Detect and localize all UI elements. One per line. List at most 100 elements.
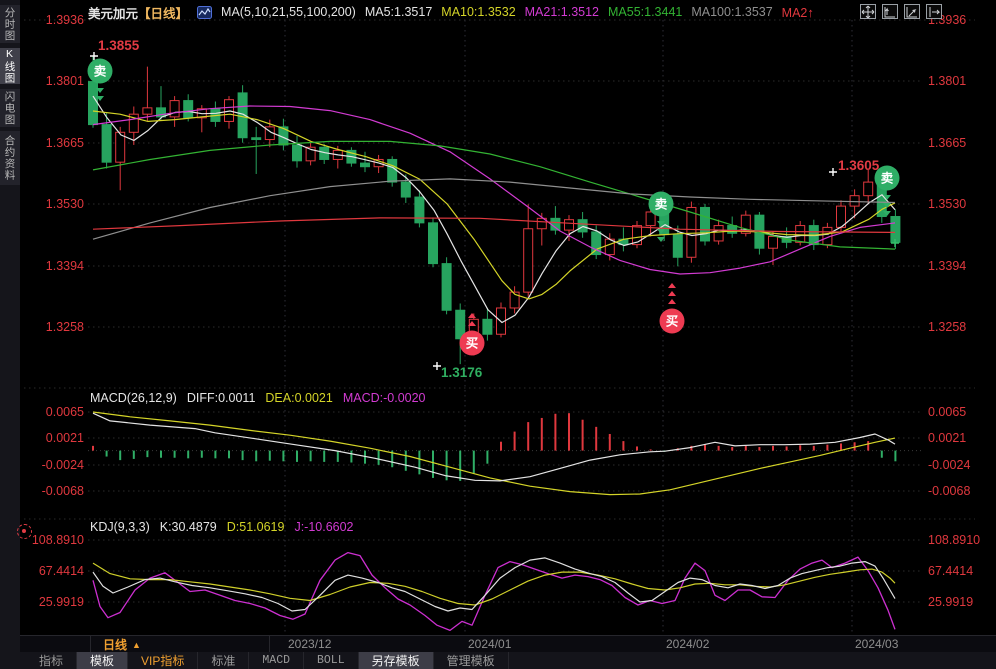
y-axis-label: 1.3394 — [928, 259, 966, 273]
period-selector[interactable]: 日线 ▲ — [90, 636, 270, 653]
y-axis-label: 108.8910 — [32, 533, 84, 547]
badge-label: 卖 — [94, 64, 107, 79]
ma-line-ma200 — [93, 218, 895, 233]
y-axis-label: 0.0065 — [928, 405, 966, 419]
triangle-icon — [668, 291, 676, 296]
toolbar-button-管理模板[interactable]: 管理模板 — [434, 652, 509, 669]
candle-body — [701, 207, 710, 241]
ma-legend-item: MA5:1.3517 — [365, 5, 432, 20]
crosshair-icon[interactable] — [860, 4, 876, 19]
y-axis-label: -0.0068 — [42, 484, 84, 498]
candle-body — [687, 207, 696, 257]
dea-line — [93, 412, 895, 495]
macd-histogram — [93, 413, 895, 481]
candle-body — [415, 197, 424, 223]
chart-tool-icons — [860, 4, 942, 19]
ma-line-ma10 — [93, 111, 895, 299]
sidebar-tab-1[interactable]: 分时图 — [0, 5, 20, 43]
line-chart-icon[interactable] — [197, 6, 212, 19]
kdj-k-value: K:30.4879 — [160, 520, 217, 534]
y-axis-label: 0.0021 — [46, 431, 84, 445]
kdj-j-value: J:-10.6602 — [294, 520, 353, 534]
bottom-toolbar: 指标模板VIP指标标准MACDBOLL另存模板管理模板 — [0, 652, 996, 669]
ma-legend-item: MA(5,10,21,55,100,200) — [221, 5, 356, 20]
pivot-markers — [90, 52, 899, 370]
candle-body — [551, 218, 560, 230]
toolbar-button-另存模板[interactable]: 另存模板 — [359, 652, 434, 669]
up-arrow-icon: ↑ — [807, 5, 814, 20]
y-axis-label: 25.9919 — [39, 595, 84, 609]
candle-body — [483, 319, 492, 334]
macd-header: MACD(26,12,9) DIFF:0.0011 DEA:0.0021 MAC… — [90, 391, 426, 405]
y-axis-label: 1.3665 — [928, 136, 966, 150]
d-line — [93, 563, 895, 605]
chart-canvas[interactable]: 1.39361.39361.38011.38011.36651.36651.35… — [0, 0, 996, 669]
ma-line-ma21 — [93, 106, 895, 274]
symbol-title: 美元加元【日线】 — [88, 3, 188, 22]
y-axis-label: -0.0024 — [928, 458, 970, 472]
y-axis-label: 1.3394 — [46, 259, 84, 273]
ma-legend-item: MA21:1.3512 — [525, 5, 599, 20]
candle-body — [102, 125, 111, 163]
y-axis-label: 1.3530 — [928, 197, 966, 211]
y-axis-label: 1.3936 — [46, 13, 84, 27]
toolbar-button-模板[interactable]: 模板 — [77, 652, 128, 669]
macd-title: MACD(26,12,9) — [90, 391, 177, 405]
symbol-name: 美元加元 — [88, 7, 138, 21]
scale-left-icon[interactable] — [882, 4, 898, 19]
ma-legend-item: MA55:1.3441 — [608, 5, 682, 20]
macd-dea-value: DEA:0.0021 — [265, 391, 332, 405]
main-chart-legend: 美元加元【日线】 MA(5,10,21,55,100,200) MA5:1.351… — [88, 3, 814, 21]
shift-right-icon[interactable] — [926, 4, 942, 19]
diff-line — [93, 413, 895, 481]
candle-body — [429, 223, 438, 264]
macd-diff-value: DIFF:0.0011 — [187, 391, 256, 405]
x-axis-row: 日线 ▲ 2023/122024/012024/022024/03 — [0, 635, 996, 653]
y-axis-label: 67.4414 — [39, 564, 84, 578]
ma-legend-values: MA(5,10,21,55,100,200) MA5:1.3517 MA10:1.3… — [221, 5, 814, 20]
y-axis-label: -0.0024 — [42, 458, 84, 472]
ma-lines-layer — [93, 96, 895, 322]
candle-body — [184, 101, 193, 118]
y-axis-label: 1.3258 — [928, 320, 966, 334]
macd-macd-value: MACD:-0.0020 — [343, 391, 426, 405]
toolbar-button-MACD[interactable]: MACD — [249, 652, 304, 669]
ma-legend-item: MA100:1.3537 — [691, 5, 772, 20]
candle-body — [252, 138, 261, 140]
candle-body — [578, 220, 587, 232]
x-axis-date-label: 2024/01 — [468, 636, 511, 653]
macd-lines — [93, 412, 895, 495]
candle-body — [565, 220, 574, 230]
candle-body — [293, 145, 302, 161]
sidebar-tab-2[interactable]: K线图 — [0, 48, 20, 84]
indicator-target-icon[interactable] — [17, 524, 32, 539]
candle-body — [388, 159, 397, 182]
sidebar-tab-3[interactable]: 闪电图 — [0, 89, 20, 127]
triangle-icon — [468, 313, 476, 318]
y-axis-label: -0.0068 — [928, 484, 970, 498]
ma-legend-item: MA10:1.3532 — [441, 5, 515, 20]
ma-line-ma100 — [93, 179, 895, 239]
kdj-header: KDJ(9,3,3) K:30.4879 D:51.0619 J:-10.660… — [90, 520, 354, 534]
toolbar-button-VIP指标[interactable]: VIP指标 — [128, 652, 198, 669]
toolbar-button-标准[interactable]: 标准 — [198, 652, 249, 669]
y-axis-label: 0.0021 — [928, 431, 966, 445]
toolbar-button-指标[interactable]: 指标 — [26, 652, 77, 669]
candle-body — [143, 108, 152, 114]
price-annotation: 1.3605 — [838, 158, 880, 173]
candle-body — [442, 264, 451, 311]
scale-right-icon[interactable] — [904, 4, 920, 19]
y-axis-label: 0.0065 — [46, 405, 84, 419]
cross-marker — [90, 52, 98, 60]
chart-type-sidebar: 分时图 K线图闪电图合约资料 — [0, 0, 20, 669]
sidebar-tab-4[interactable]: 合约资料 — [0, 131, 20, 185]
candle-body — [850, 196, 859, 206]
candle-body — [864, 182, 873, 196]
candle-body — [673, 235, 682, 258]
y-axis-label: 1.3801 — [46, 74, 84, 88]
x-axis-date-label: 2023/12 — [288, 636, 331, 653]
y-axis-label: 1.3258 — [46, 320, 84, 334]
signal-badges: 卖买卖买卖 — [88, 59, 900, 356]
toolbar-button-BOLL[interactable]: BOLL — [304, 652, 359, 669]
cross-marker — [829, 168, 837, 176]
